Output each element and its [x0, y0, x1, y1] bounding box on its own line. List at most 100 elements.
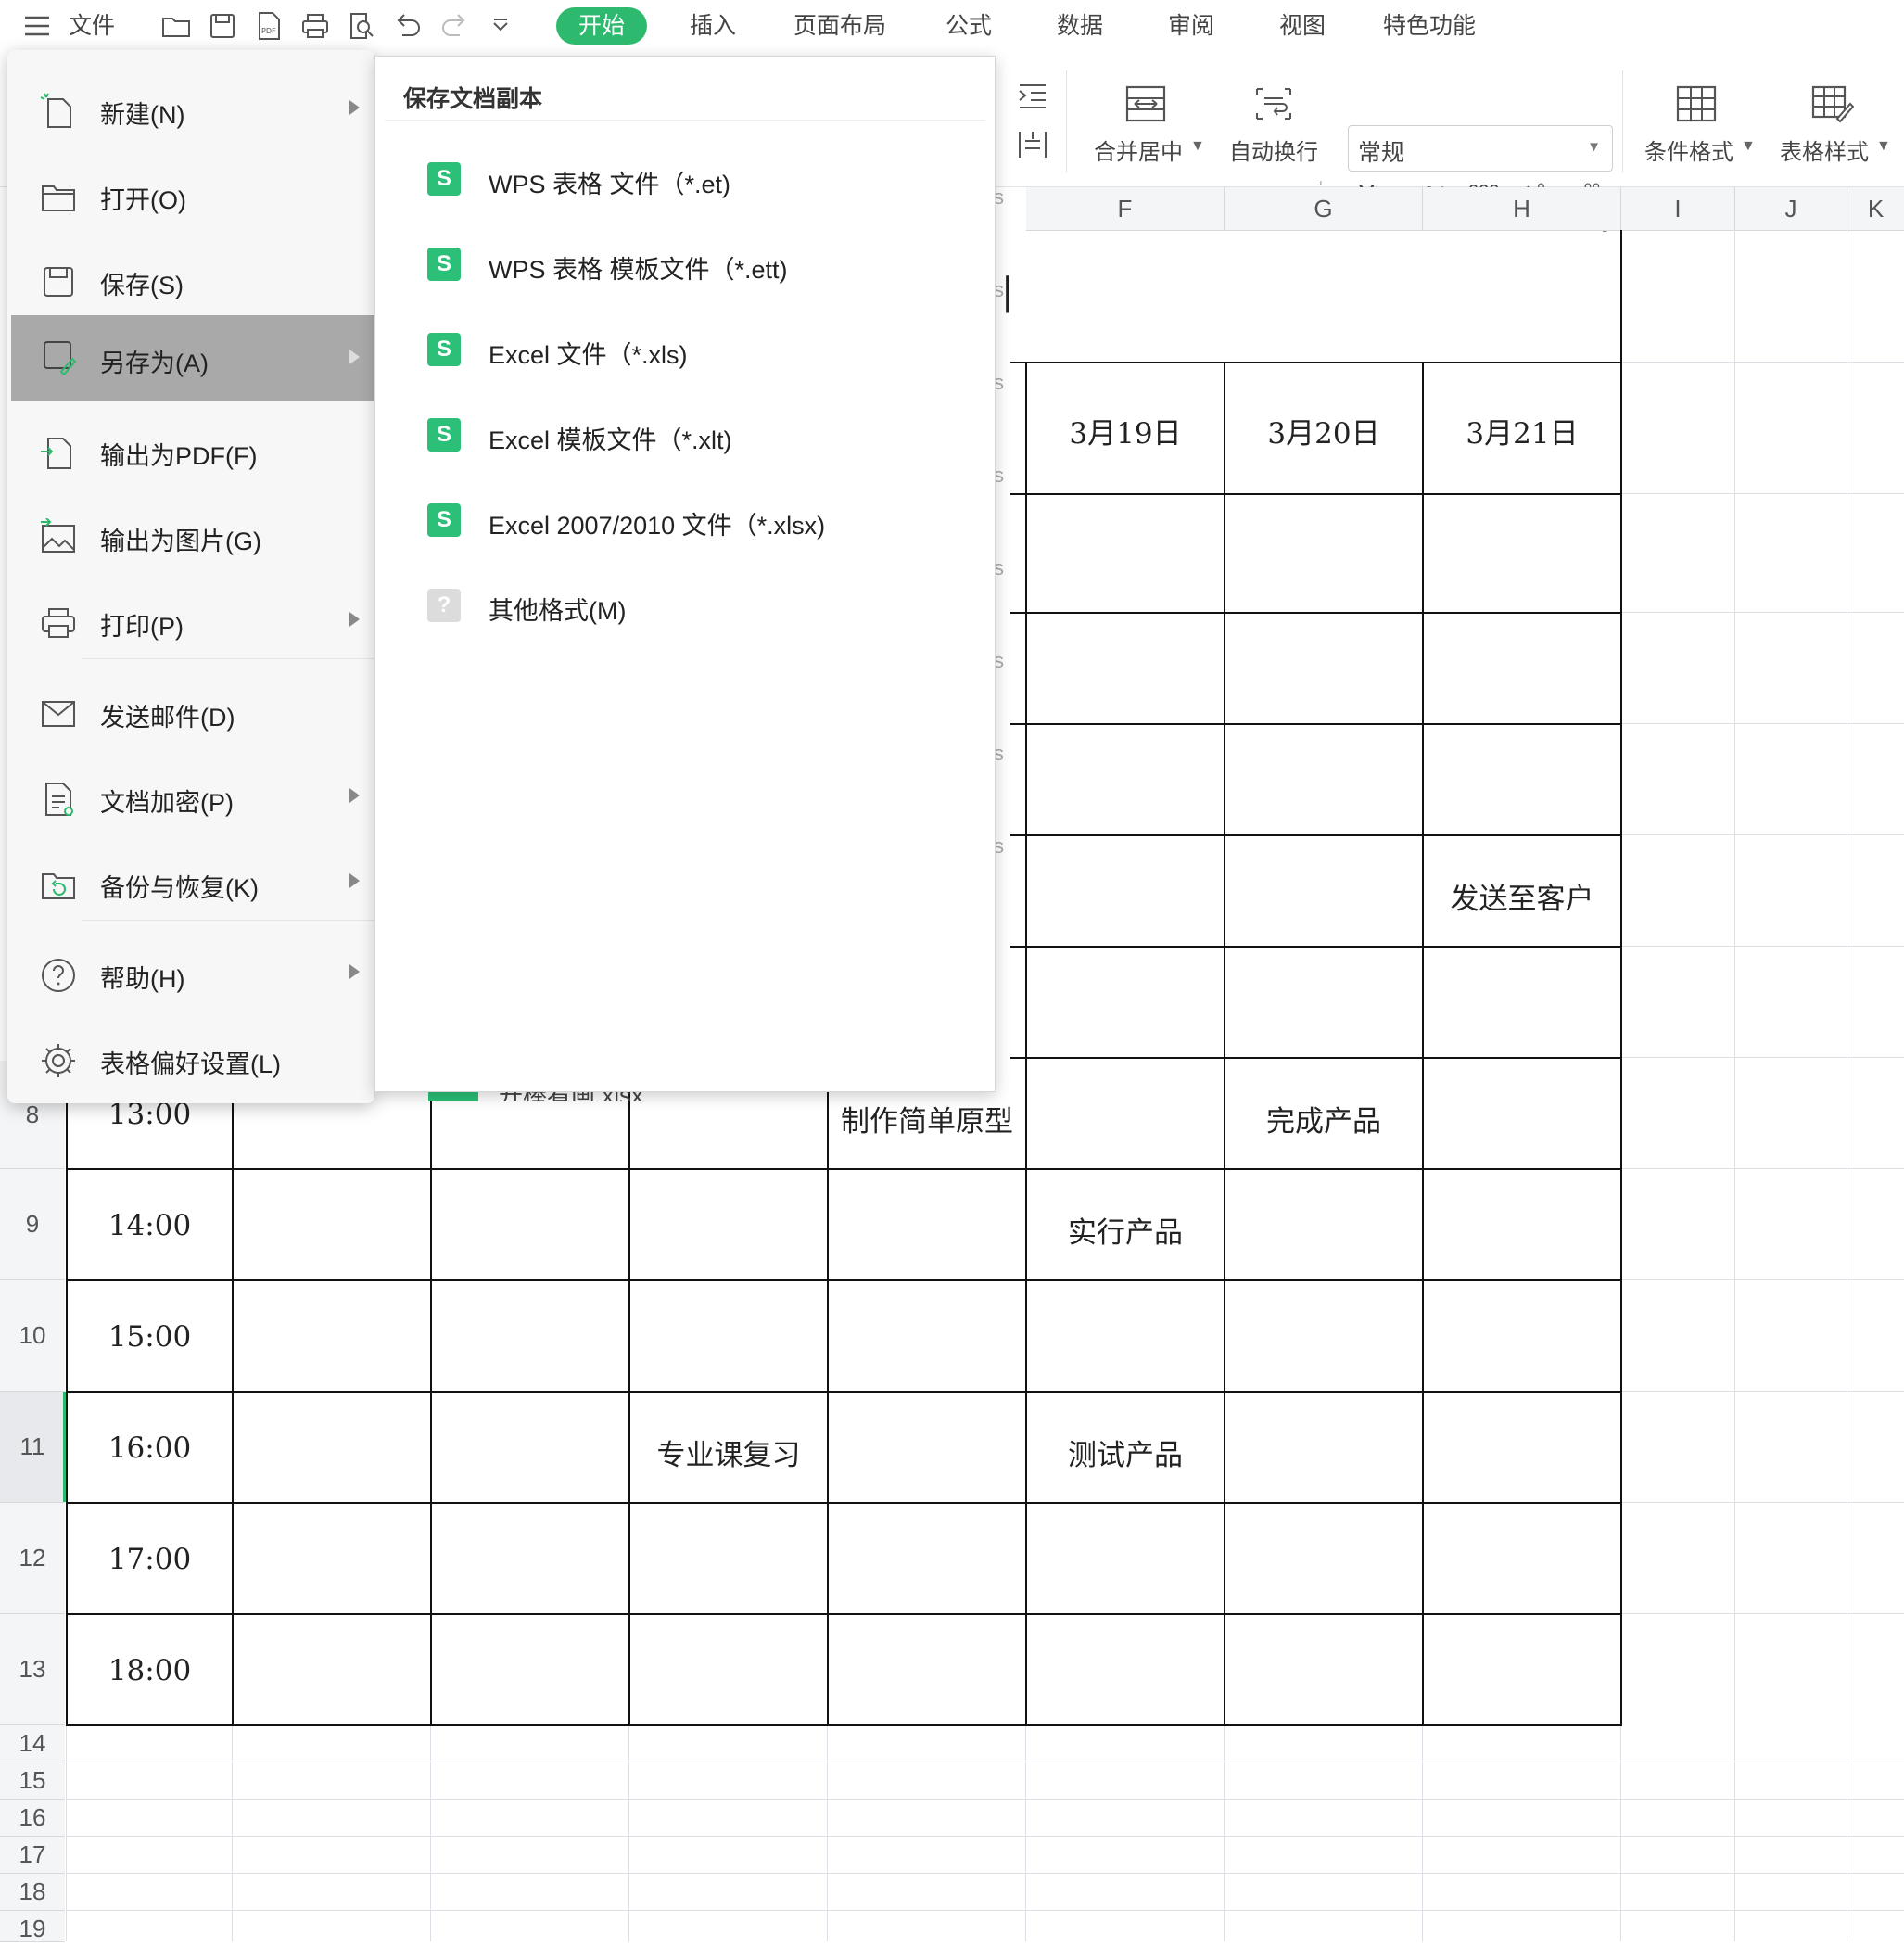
column-header-k[interactable]: K	[1847, 187, 1904, 231]
row-header-12[interactable]: 12	[0, 1503, 65, 1614]
row-header-18[interactable]: 18	[0, 1874, 65, 1911]
file-menu-open[interactable]: 打开(O)	[11, 156, 374, 235]
file-menu-send-mail[interactable]: 发送邮件(D)	[11, 673, 374, 753]
save-as-other-formats[interactable]: ? 其他格式(M)	[375, 568, 995, 650]
task-cell[interactable]: 专业课复习	[630, 1432, 827, 1473]
submenu-arrow-icon	[349, 612, 360, 627]
customize-dropdown-icon[interactable]	[484, 9, 517, 43]
ribbon-divider	[1066, 70, 1067, 172]
tab-review[interactable]: 审阅	[1168, 7, 1214, 45]
svg-text:PDF: PDF	[261, 27, 276, 35]
merge-center-icon[interactable]	[1123, 82, 1168, 126]
row-header-16[interactable]: 16	[0, 1800, 65, 1837]
redo-icon[interactable]	[438, 9, 471, 43]
row-header-9[interactable]: 9	[0, 1169, 65, 1280]
save-as-xlsx[interactable]: S Excel 2007/2010 文件（*.xlsx)	[375, 483, 995, 565]
save-as-xlt[interactable]: S Excel 模板文件（*.xlt)	[375, 398, 995, 479]
table-style-icon[interactable]	[1809, 82, 1855, 126]
time-cell[interactable]: 18:00	[68, 1654, 232, 1687]
row-header-19[interactable]: 19	[0, 1911, 65, 1942]
file-menu-encrypt[interactable]: 文档加密(P)	[11, 758, 374, 838]
save-as-ett[interactable]: S WPS 表格 模板文件（*.ett)	[375, 227, 995, 309]
tab-insert[interactable]: 插入	[690, 7, 736, 45]
column-header-j[interactable]: J	[1735, 187, 1847, 231]
file-menu-print[interactable]: 打印(P)	[11, 582, 374, 662]
task-cell[interactable]: 测试产品	[1027, 1432, 1224, 1473]
undo-icon[interactable]	[391, 9, 425, 43]
grid-line	[1620, 834, 1904, 835]
column-header-f[interactable]: F	[1026, 187, 1225, 231]
open-folder-icon[interactable]	[159, 9, 193, 43]
print-preview-icon[interactable]	[345, 9, 378, 43]
row-header-10[interactable]: 10	[0, 1280, 65, 1392]
ribbon-divider	[1622, 70, 1623, 172]
table-border	[66, 1502, 1622, 1504]
file-menu-button[interactable]: 文件	[69, 7, 115, 45]
row-header-17[interactable]: 17	[0, 1837, 65, 1874]
grid-line	[66, 1799, 1904, 1800]
tab-page-layout[interactable]: 页面布局	[793, 7, 886, 45]
file-menu-export-image[interactable]: 输出为图片(G)	[11, 497, 374, 577]
save-icon[interactable]	[206, 9, 239, 43]
mail-icon	[39, 694, 78, 733]
table-style-button[interactable]: 表格样式	[1780, 134, 1869, 166]
date-header-cell[interactable]: 3月20日	[1225, 410, 1422, 452]
table-style-caret-icon[interactable]: ▼	[1876, 138, 1891, 155]
export-pdf-icon[interactable]: PDF	[252, 9, 286, 43]
help-icon	[39, 956, 78, 995]
date-header-cell[interactable]: 3月21日	[1424, 410, 1620, 452]
merge-center-caret-icon[interactable]: ▼	[1190, 138, 1205, 155]
export-image-icon	[39, 517, 78, 557]
row-header-11-selected[interactable]: 11	[0, 1392, 65, 1503]
row-header-13[interactable]: 13	[0, 1614, 65, 1725]
tab-data[interactable]: 数据	[1057, 7, 1103, 45]
file-menu-export-pdf[interactable]: 输出为PDF(F)	[11, 412, 374, 491]
hamburger-icon[interactable]	[20, 9, 54, 43]
alignment-group-launcher-icon[interactable]: ⌟	[1316, 172, 1323, 188]
auto-wrap-icon[interactable]	[1251, 82, 1296, 126]
save-as-et[interactable]: S WPS 表格 文件（*.et)	[375, 142, 995, 223]
conditional-format-icon[interactable]	[1674, 82, 1719, 126]
date-header-cell[interactable]: 3月19日	[1027, 410, 1224, 452]
merge-center-button[interactable]: 合并居中	[1094, 134, 1183, 166]
number-format-select[interactable]: 常规 ▼	[1348, 125, 1613, 172]
grid-line	[1734, 230, 1735, 1941]
task-cell[interactable]: 发送至客户	[1424, 875, 1620, 917]
tab-special-features[interactable]: 特色功能	[1383, 7, 1476, 45]
vertical-align-icon[interactable]	[1016, 128, 1049, 161]
task-cell[interactable]: 制作简单原型	[829, 1098, 1025, 1139]
tab-formulas[interactable]: 公式	[946, 7, 992, 45]
save-as-xls[interactable]: S Excel 文件（*.xls)	[375, 312, 995, 394]
time-cell[interactable]: 16:00	[68, 1432, 232, 1465]
file-menu-save[interactable]: 保存(S)	[11, 241, 374, 321]
file-menu-new[interactable]: 新建(N)	[11, 70, 374, 150]
task-cell[interactable]: 完成产品	[1225, 1098, 1422, 1139]
table-border	[66, 1724, 1622, 1726]
column-header-h[interactable]: H	[1423, 187, 1621, 231]
file-menu-help[interactable]: 帮助(H)	[11, 935, 374, 1014]
grid-line	[66, 1873, 1904, 1874]
column-header-g[interactable]: G	[1225, 187, 1423, 231]
print-icon[interactable]	[298, 9, 332, 43]
file-menu-backup-restore[interactable]: 备份与恢复(K)	[11, 844, 374, 923]
auto-wrap-button[interactable]: 自动换行	[1229, 134, 1318, 166]
grid-line	[1620, 1613, 1904, 1614]
time-cell[interactable]: 15:00	[68, 1320, 232, 1354]
file-menu-preferences[interactable]: 表格偏好设置(L)	[11, 1020, 374, 1100]
table-border	[232, 1061, 234, 1725]
time-cell[interactable]: 14:00	[68, 1209, 232, 1242]
tab-home[interactable]: 开始	[556, 7, 648, 45]
file-menu-save-as[interactable]: 另存为(A)	[11, 315, 374, 401]
print-icon	[39, 604, 78, 643]
indent-icon[interactable]	[1016, 80, 1049, 113]
conditional-format-caret-icon[interactable]: ▼	[1741, 138, 1756, 155]
task-cell[interactable]: 实行产品	[1027, 1209, 1224, 1251]
row-header-14[interactable]: 14	[0, 1725, 65, 1762]
menu-separator	[82, 658, 374, 659]
tab-view[interactable]: 视图	[1279, 7, 1326, 45]
conditional-format-button[interactable]: 条件格式	[1644, 134, 1733, 166]
column-header-i[interactable]: I	[1621, 187, 1735, 231]
time-cell[interactable]: 17:00	[68, 1543, 232, 1576]
file-menu-label: 打开(O)	[100, 186, 186, 214]
row-header-15[interactable]: 15	[0, 1762, 65, 1800]
